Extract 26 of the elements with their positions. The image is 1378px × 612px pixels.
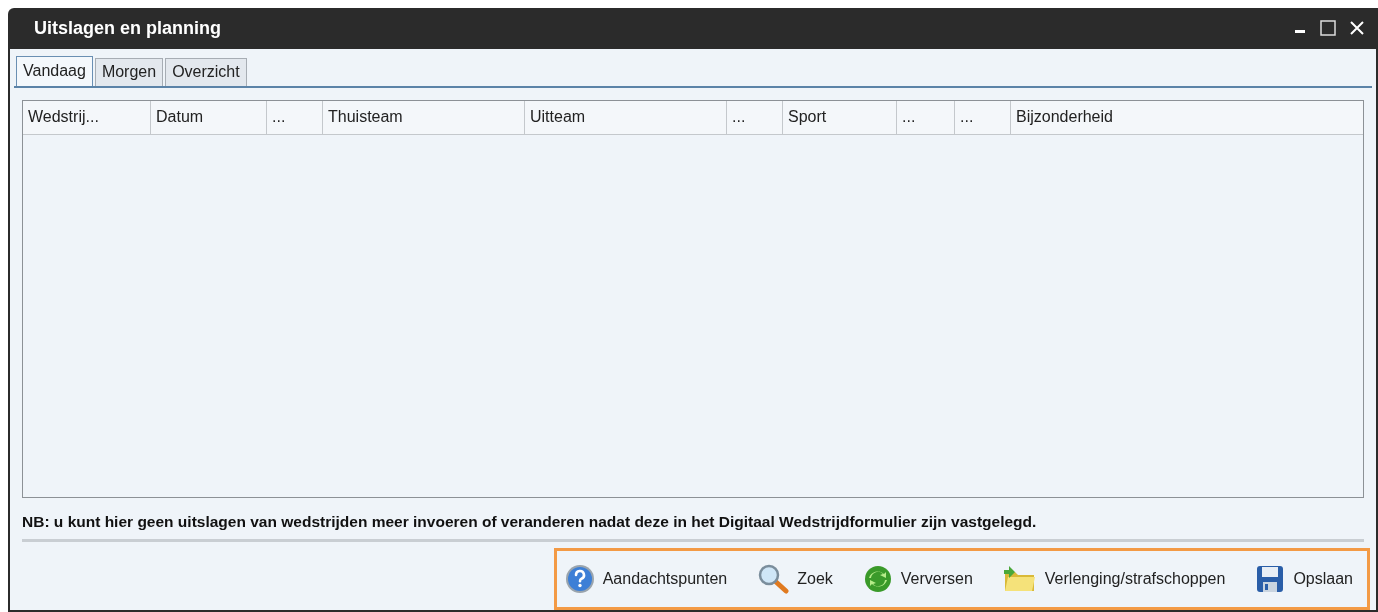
tab[interactable]: Morgen	[94, 57, 164, 86]
column-header[interactable]: Uitteam	[525, 100, 727, 134]
column-header[interactable]: ...	[955, 100, 1011, 134]
tab[interactable]: Overzicht	[165, 57, 247, 86]
column-header[interactable]: ...	[727, 100, 783, 134]
toolbar-button[interactable]: Verversen	[862, 564, 973, 594]
column-header[interactable]: Bijzonderheid	[1011, 100, 1363, 134]
maximize-icon[interactable]	[1320, 20, 1336, 37]
tab[interactable]: Vandaag	[16, 55, 93, 86]
search-icon	[757, 564, 790, 594]
toolbar-button[interactable]: Zoek	[757, 564, 833, 594]
toolbar-button[interactable]: Aandachtspunten	[564, 564, 728, 594]
folder-icon	[1002, 564, 1037, 594]
refresh-icon	[862, 564, 893, 594]
toolbar-button[interactable]: Opslaan	[1255, 564, 1353, 594]
window-title: Uitslagen en planning	[34, 16, 221, 40]
column-header[interactable]: Datum	[151, 100, 267, 134]
column-header[interactable]: Wedstrij...	[23, 100, 151, 134]
column-header[interactable]: Sport	[783, 100, 897, 134]
close-icon[interactable]	[1350, 21, 1364, 36]
note-text: NB: u kunt hier geen uitslagen van wedstrijden meer invoeren of veranderen nadat deze in het Digitaal Wedstrijdformulier zijn vastgelegd.	[22, 511, 1038, 532]
column-header[interactable]: Thuisteam	[323, 100, 525, 134]
help-icon	[564, 564, 595, 594]
column-header[interactable]: ...	[267, 100, 323, 134]
column-header[interactable]: ...	[897, 100, 955, 134]
toolbar-button[interactable]: Verlenging/strafschoppen	[1002, 564, 1226, 594]
